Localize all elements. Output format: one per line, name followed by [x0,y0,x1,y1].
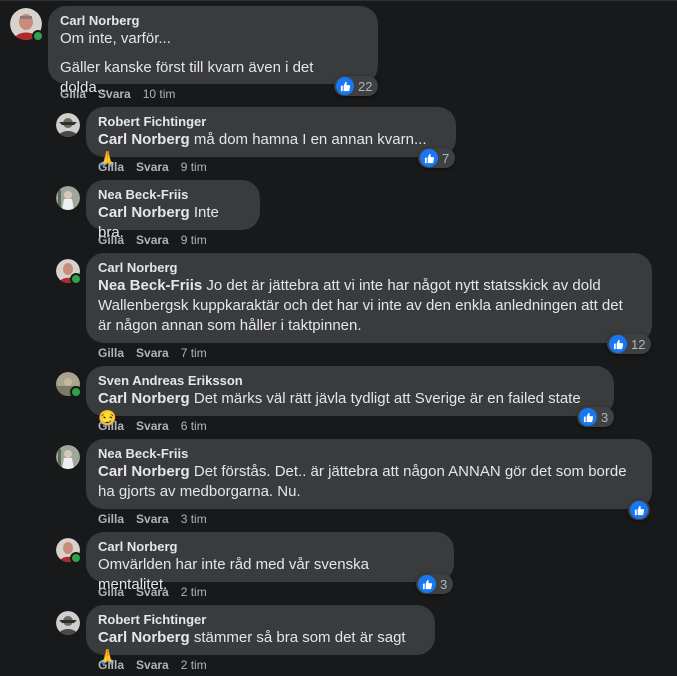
comment-text: Carl Norberg Det förstås. Det.. är jätte… [98,463,627,500]
timestamp[interactable]: 9 tim [181,233,207,247]
comment-bubble: Sven Andreas Eriksson Carl Norberg Det m… [86,366,614,427]
comment-text: Om inte, varför... [60,30,171,47]
thumbs-up-icon [609,335,627,353]
reaction-count[interactable]: 7 [418,148,456,168]
comment-bubble: Robert Fichtinger Carl Norberg stämmer s… [86,605,435,666]
reaction-count[interactable] [628,500,650,520]
reaction-number: 22 [358,78,373,94]
avatar-nea-icon [56,445,80,469]
thumbs-up-icon [420,149,438,167]
comment-author[interactable]: Robert Fichtinger [98,612,423,628]
reaction-count[interactable]: 22 [334,76,379,96]
mention-link[interactable]: Carl Norberg [98,463,190,480]
like-button[interactable]: Gilla [98,658,124,672]
thumbs-up-icon [630,501,648,519]
comment-actions: Gilla Svara 6 tim [98,419,219,433]
reply-button[interactable]: Svara [98,87,131,101]
reply-button[interactable]: Svara [136,658,169,672]
reply-button[interactable]: Svara [136,160,169,174]
comment-author[interactable]: Nea Beck-Friis [98,446,640,462]
comment-author[interactable]: Carl Norberg [60,13,366,29]
comment-actions: Gilla Svara 2 tim [98,585,219,599]
comment-author[interactable]: Robert Fichtinger [98,114,444,130]
online-status-badge [32,30,44,42]
comment-author[interactable]: Carl Norberg [98,539,442,555]
timestamp[interactable]: 9 tim [181,160,207,174]
reply-button[interactable]: Svara [136,512,169,526]
reply-button[interactable]: Svara [136,233,169,247]
like-button[interactable]: Gilla [98,160,124,174]
comment-bubble: Robert Fichtinger Carl Norberg må dom ha… [86,107,456,168]
comment-actions: Gilla Svara 9 tim [98,160,219,174]
comment-bubble: Nea Beck-Friis Carl Norberg Det förstås.… [86,439,652,509]
reaction-count[interactable]: 3 [416,574,454,594]
thumbs-up-icon [336,77,354,95]
avatar[interactable] [56,372,82,398]
comment-author[interactable]: Carl Norberg [98,260,640,276]
like-button[interactable]: Gilla [98,419,124,433]
reaction-number: 7 [442,150,450,166]
avatar[interactable] [56,445,80,469]
comment-author[interactable]: Nea Beck-Friis [98,187,248,203]
like-button[interactable]: Gilla [60,87,86,101]
mention-link[interactable]: Carl Norberg [98,204,190,221]
online-status-badge [70,273,82,285]
online-status-badge [70,386,82,398]
comment-actions: Gilla Svara 7 tim [98,346,219,360]
comment-bubble: Carl Norberg Om inte, varför... Gäller k… [48,6,378,96]
avatar-nea-icon [56,186,80,210]
thumbs-up-icon [418,575,436,593]
comment-actions: Gilla Svara 3 tim [98,512,219,526]
timestamp[interactable]: 2 tim [181,585,207,599]
comment-actions: Gilla Svara 2 tim [98,658,219,672]
reaction-count[interactable]: 3 [577,407,615,427]
avatar[interactable] [10,8,44,42]
comment-bubble: Carl Norberg Nea Beck-Friis Jo det är jä… [86,253,652,343]
reply-button[interactable]: Svara [136,585,169,599]
top-divider [0,0,677,1]
avatar[interactable] [56,113,80,137]
reaction-count[interactable]: 12 [607,334,652,354]
timestamp[interactable]: 2 tim [181,658,207,672]
like-button[interactable]: Gilla [98,512,124,526]
comment-actions: Gilla Svara 9 tim [98,233,219,247]
mention-link[interactable]: Carl Norberg [98,390,190,407]
like-button[interactable]: Gilla [98,585,124,599]
comment-actions: Gilla Svara 10 tim [60,87,187,101]
avatar[interactable] [56,538,82,564]
avatar-robert-icon [56,611,80,635]
comment-bubble: Carl Norberg Omvärlden har inte råd med … [86,532,454,593]
reply-button[interactable]: Svara [136,419,169,433]
like-button[interactable]: Gilla [98,233,124,247]
mention-link[interactable]: Carl Norberg [98,131,190,148]
reply-button[interactable]: Svara [136,346,169,360]
avatar[interactable] [56,186,80,210]
avatar-robert-icon [56,113,80,137]
avatar[interactable] [56,611,80,635]
comment-author[interactable]: Sven Andreas Eriksson [98,373,602,389]
timestamp[interactable]: 3 tim [181,512,207,526]
reaction-number: 12 [631,336,646,352]
like-button[interactable]: Gilla [98,346,124,360]
thumbs-up-icon [579,408,597,426]
comment-bubble: Nea Beck-Friis Carl Norberg Inte bra. [86,180,260,241]
reaction-number: 3 [440,576,448,592]
comment-text: Nea Beck-Friis Jo det är jättebra att vi… [98,277,623,334]
mention-link[interactable]: Carl Norberg [98,629,190,646]
avatar[interactable] [56,259,82,285]
timestamp[interactable]: 10 tim [143,87,176,101]
timestamp[interactable]: 7 tim [181,346,207,360]
timestamp[interactable]: 6 tim [181,419,207,433]
reaction-number: 3 [601,409,609,425]
mention-link[interactable]: Nea Beck-Friis [98,277,202,294]
online-status-badge [70,552,82,564]
